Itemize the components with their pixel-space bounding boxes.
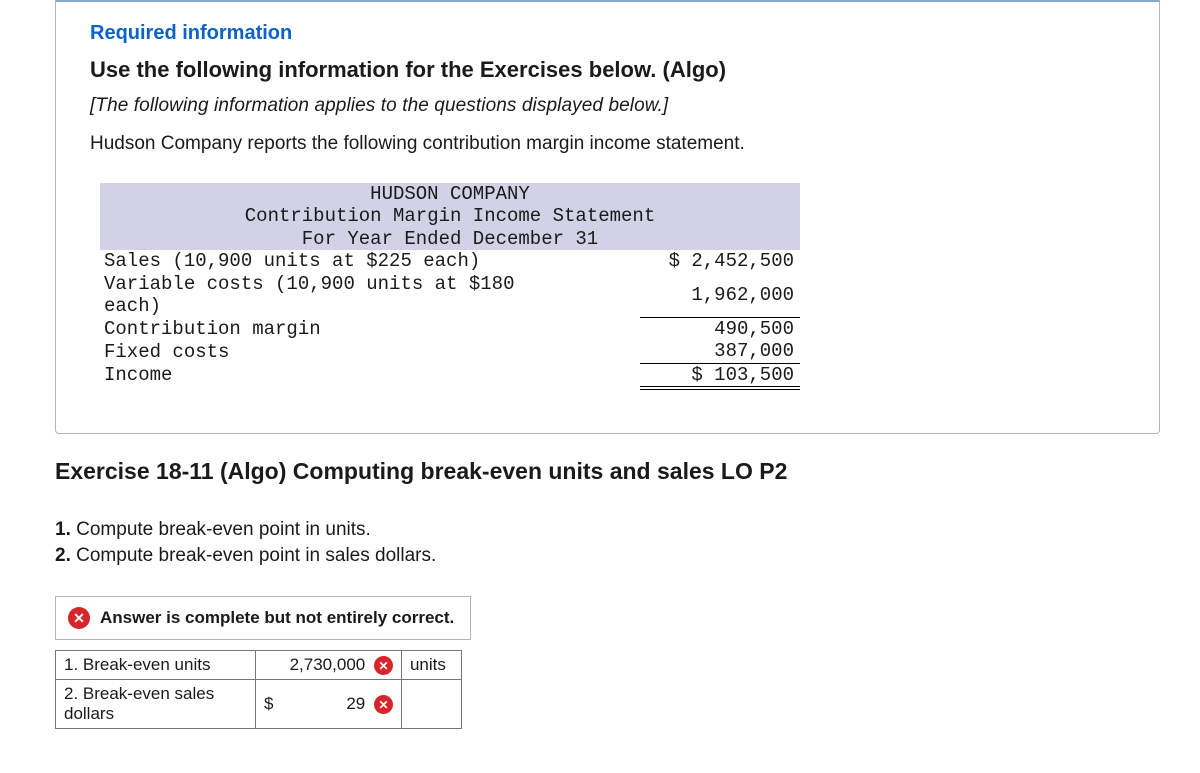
variable-costs-value: 1,962,000 <box>640 273 800 318</box>
q2-text: Compute break-even point in sales dollar… <box>71 545 436 566</box>
variable-costs-label: Variable costs (10,900 units at $180 eac… <box>100 273 580 318</box>
q1-text: Compute break-even point in units. <box>71 519 371 540</box>
exercise-section: Exercise 18-11 (Algo) Computing break-ev… <box>0 434 1200 739</box>
row2-units-empty <box>401 680 461 729</box>
income-statement-table: HUDSON COMPANY Contribution Margin Incom… <box>100 183 800 387</box>
statement-company: HUDSON COMPANY <box>100 183 800 205</box>
row2-label: 2. Break-even sales dollars <box>56 680 256 729</box>
incorrect-icon: ✕ <box>374 656 393 675</box>
q1-number: 1. <box>55 519 71 540</box>
feedback-banner: ✕ Answer is complete but not entirely co… <box>55 596 471 640</box>
incorrect-icon: ✕ <box>68 607 90 629</box>
row2-value: 29 <box>346 694 365 713</box>
sales-label: Sales (10,900 units at $225 each) <box>100 250 580 272</box>
use-following-heading: Use the following information for the Ex… <box>90 57 1125 83</box>
row1-value-cell[interactable]: 2,730,000 ✕ <box>256 651 402 680</box>
fixed-costs-label: Fixed costs <box>100 340 580 363</box>
row2-value-cell[interactable]: 29 ✕ <box>281 680 401 729</box>
required-information-card: Required information Use the following i… <box>55 0 1160 434</box>
applies-note: [The following information applies to th… <box>90 95 1125 117</box>
exercise-title: Exercise 18-11 (Algo) Computing break-ev… <box>55 458 1160 485</box>
statement-title: Contribution Margin Income Statement <box>100 205 800 227</box>
exercise-questions: 1. Compute break-even point in units. 2.… <box>55 517 1160 568</box>
contribution-margin-label: Contribution margin <box>100 317 580 340</box>
sales-value: $ 2,452,500 <box>640 250 800 272</box>
incorrect-icon: ✕ <box>374 695 393 714</box>
income-value: $ 103,500 <box>640 363 800 386</box>
table-row: 1. Break-even units 2,730,000 ✕ units <box>56 651 462 680</box>
feedback-text: Answer is complete but not entirely corr… <box>100 608 454 628</box>
row1-units: units <box>401 651 461 680</box>
row2-dollar: $ <box>256 680 282 729</box>
table-row: 2. Break-even sales dollars $ 29 ✕ <box>56 680 462 729</box>
q2-number: 2. <box>55 545 71 566</box>
fixed-costs-value: 387,000 <box>640 340 800 363</box>
intro-text: Hudson Company reports the following con… <box>90 133 1125 155</box>
income-statement: HUDSON COMPANY Contribution Margin Incom… <box>100 183 1125 387</box>
answer-table: 1. Break-even units 2,730,000 ✕ units 2.… <box>55 650 462 729</box>
statement-period: For Year Ended December 31 <box>100 228 800 250</box>
row1-label: 1. Break-even units <box>56 651 256 680</box>
income-label: Income <box>100 363 580 386</box>
required-information-heading: Required information <box>90 22 1125 45</box>
row1-value: 2,730,000 <box>290 655 366 674</box>
contribution-margin-value: 490,500 <box>640 317 800 340</box>
